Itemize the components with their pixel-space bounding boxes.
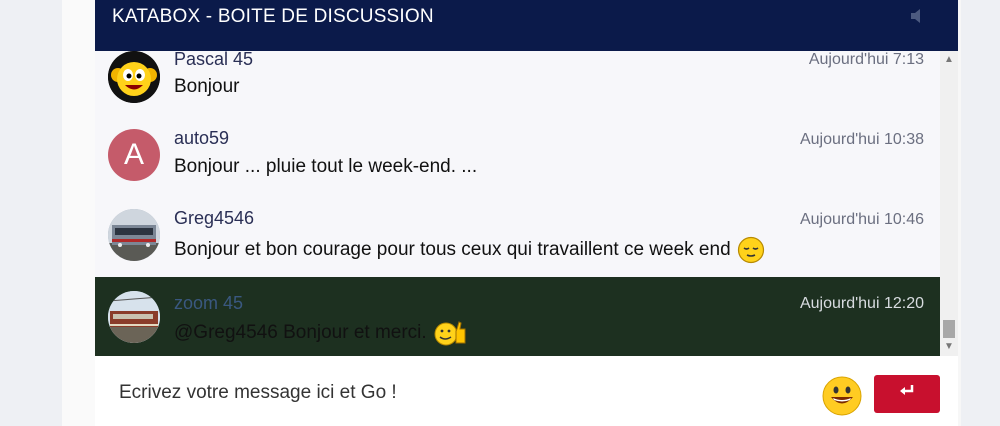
message-item-highlighted: zoom 45 Aujourd'hui 12:20 @Greg4546 Bonj… — [95, 277, 940, 356]
train-photo-icon — [108, 209, 160, 261]
smiley-icon[interactable] — [822, 376, 862, 416]
message-time: Aujourd'hui 10:46 — [799, 211, 924, 228]
message-text-content: @Greg4546 Bonjour et merci. — [174, 322, 427, 344]
train-avatar[interactable] — [108, 291, 160, 343]
speaker-icon[interactable] — [908, 6, 928, 26]
page-content-edge — [62, 0, 95, 426]
train-avatar[interactable] — [108, 209, 160, 261]
message-time: Aujourd'hui 10:38 — [799, 131, 924, 148]
panel-edge — [958, 0, 961, 426]
message-text-content: Bonjour et bon courage pour tous ceux qu… — [174, 239, 731, 261]
scroll-down-arrow-icon[interactable]: ▼ — [940, 340, 958, 354]
chat-title: KATABOX - BOITE DE DISCUSSION — [112, 6, 434, 27]
scroll-up-arrow-icon[interactable]: ▲ — [940, 53, 958, 67]
message-time: Aujourd'hui 12:20 — [799, 295, 924, 312]
message-username[interactable]: Greg4546 — [174, 208, 254, 229]
message-composer: Ecrivez votre message ici et Go ! — [95, 356, 958, 426]
send-button[interactable] — [874, 375, 940, 413]
train-photo-icon — [108, 291, 160, 343]
letter-avatar[interactable]: A — [108, 129, 160, 181]
message-text: Bonjour — [174, 76, 240, 97]
message-username[interactable]: zoom 45 — [174, 293, 243, 314]
chat-header: KATABOX - BOITE DE DISCUSSION — [95, 0, 958, 51]
message-item: A auto59 Aujourd'hui 10:38 Bonjour ... p… — [95, 119, 940, 199]
message-username[interactable]: auto59 — [174, 128, 229, 149]
scrollbar-thumb[interactable] — [943, 320, 955, 338]
message-list[interactable]: Pascal 45 Aujourd'hui 7:13 Bonjour A aut… — [95, 51, 940, 356]
chatbox: KATABOX - BOITE DE DISCUSSION Pascal 45 … — [95, 0, 958, 426]
relieved-face-emoji — [737, 236, 764, 264]
message-text: @Greg4546 Bonjour et merci. — [174, 319, 469, 347]
message-username[interactable]: Pascal 45 — [174, 51, 253, 70]
smiley-monkey-avatar[interactable] — [108, 51, 160, 103]
message-input[interactable]: Ecrivez votre message ici et Go ! — [119, 382, 397, 404]
message-item: Greg4546 Aujourd'hui 10:46 Bonjour et bo… — [95, 199, 940, 279]
page-background-right — [958, 0, 1000, 426]
enter-icon — [900, 385, 914, 395]
message-time: Aujourd'hui 7:13 — [808, 51, 924, 68]
message-item: Pascal 45 Aujourd'hui 7:13 Bonjour — [95, 51, 940, 109]
message-text: Bonjour ... pluie tout le week-end. ... — [174, 156, 478, 177]
monkey-smiley-icon — [108, 51, 160, 103]
page-background-left — [0, 0, 62, 426]
message-text: Bonjour et bon courage pour tous ceux qu… — [174, 236, 765, 264]
message-list-scrollbar[interactable]: ▲ ▼ — [940, 51, 958, 356]
thumbs-up-smiley-emoji — [434, 321, 466, 346]
